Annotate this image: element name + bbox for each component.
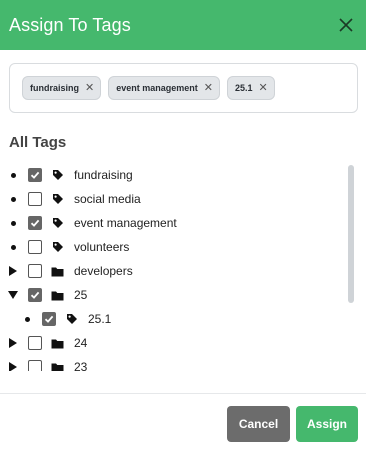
caret-right-icon[interactable] xyxy=(6,338,20,348)
checkbox-checked[interactable] xyxy=(28,168,42,182)
remove-chip-icon[interactable]: ✕ xyxy=(259,82,268,94)
tag-icon xyxy=(51,193,64,206)
selected-tag-chip: event management ✕ xyxy=(108,76,220,100)
tree-scrollbar[interactable] xyxy=(348,165,354,303)
folder-icon xyxy=(51,265,64,278)
footer-divider xyxy=(0,393,366,394)
chip-label: fundraising xyxy=(30,83,79,93)
cancel-button[interactable]: Cancel xyxy=(227,406,290,442)
tree-node[interactable]: 25.1 xyxy=(20,307,111,331)
selected-tags-box[interactable]: fundraising ✕ event management ✕ 25.1 ✕ xyxy=(9,63,358,113)
selected-tag-chip: fundraising ✕ xyxy=(22,76,102,100)
remove-chip-icon[interactable]: ✕ xyxy=(204,82,213,94)
tree-node[interactable]: developers xyxy=(6,259,133,283)
checkbox[interactable] xyxy=(28,264,42,278)
chip-label: event management xyxy=(116,83,198,93)
tree-node[interactable]: 24 xyxy=(6,331,87,355)
close-icon[interactable] xyxy=(336,15,356,35)
tree-node[interactable]: social media xyxy=(6,187,141,211)
tree-node-label: developers xyxy=(74,264,133,278)
tag-icon xyxy=(51,241,64,254)
tag-icon xyxy=(51,169,64,182)
checkbox[interactable] xyxy=(28,192,42,206)
dialog-title: Assign To Tags xyxy=(9,14,131,35)
bullet-icon xyxy=(20,316,34,322)
tree-node-label: 25 xyxy=(74,288,88,302)
checkbox[interactable] xyxy=(28,240,42,254)
tree-node-label: 25.1 xyxy=(88,312,112,326)
bullet-icon xyxy=(6,196,20,202)
tree-node-label: fundraising xyxy=(74,168,133,182)
folder-icon xyxy=(51,361,64,371)
tree-node[interactable]: 23 xyxy=(6,355,87,371)
checkbox[interactable] xyxy=(28,360,42,371)
dialog-header: Assign To Tags xyxy=(0,0,366,50)
tree-node[interactable]: fundraising xyxy=(6,163,133,187)
checkbox[interactable] xyxy=(28,336,42,350)
folder-icon xyxy=(51,289,64,302)
tag-tree: fundraising social media event management v… xyxy=(0,160,366,371)
caret-right-icon[interactable] xyxy=(6,362,20,371)
checkbox-checked[interactable] xyxy=(28,288,42,302)
assign-button[interactable]: Assign xyxy=(296,406,358,442)
caret-down-icon[interactable] xyxy=(6,291,20,299)
tag-icon xyxy=(51,217,64,230)
checkbox-checked[interactable] xyxy=(42,312,56,326)
tree-node[interactable]: event management xyxy=(6,211,177,235)
tree-node[interactable]: volunteers xyxy=(6,235,129,259)
checkbox-checked[interactable] xyxy=(28,216,42,230)
bullet-icon xyxy=(6,172,20,178)
all-tags-heading: All Tags xyxy=(9,134,67,151)
tree-node-label: social media xyxy=(74,192,141,206)
chip-label: 25.1 xyxy=(234,83,253,93)
tree-node-label: volunteers xyxy=(74,240,130,254)
assign-tags-dialog: Assign To Tags fundraising ✕ event manag… xyxy=(0,0,366,453)
tree-node-label: 23 xyxy=(74,360,88,371)
selected-tag-chip: 25.1 ✕ xyxy=(226,76,275,100)
remove-chip-icon[interactable]: ✕ xyxy=(85,82,94,94)
tag-icon xyxy=(65,313,78,326)
folder-icon xyxy=(51,337,64,350)
tree-node-label: event management xyxy=(74,216,177,230)
tree-node-label: 24 xyxy=(74,336,88,350)
caret-right-icon[interactable] xyxy=(6,266,20,276)
tree-node[interactable]: 25 xyxy=(6,283,87,307)
bullet-icon xyxy=(6,220,20,226)
bullet-icon xyxy=(6,244,20,250)
